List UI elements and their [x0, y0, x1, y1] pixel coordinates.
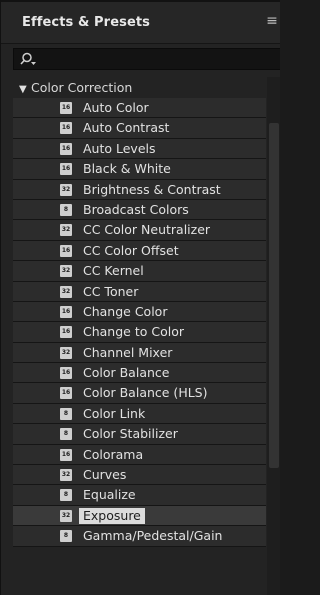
- effect-label: Gamma/Pedestal/Gain: [83, 528, 223, 544]
- bit-depth-icon: 8: [60, 530, 72, 543]
- search-dropdown-icon[interactable]: [20, 52, 40, 67]
- effect-item[interactable]: 16 Colorama: [13, 444, 266, 466]
- search-input[interactable]: [42, 49, 278, 69]
- hamburger-menu-icon[interactable]: ≡: [265, 13, 279, 29]
- effect-label: Change Color: [83, 303, 168, 319]
- effect-item[interactable]: 32 Brightness & Contrast: [13, 179, 266, 200]
- bit-depth-icon: 8: [60, 407, 72, 420]
- bit-depth-icon: 32: [60, 509, 72, 522]
- effect-item[interactable]: 16 Auto Levels: [13, 138, 266, 160]
- effect-label: Change to Color: [83, 324, 184, 340]
- effect-item[interactable]: 16 Color Balance: [13, 363, 266, 384]
- bit-depth-icon: 16: [60, 326, 72, 339]
- effect-item[interactable]: 16 Change Color: [13, 301, 266, 323]
- effect-label: Auto Levels: [83, 140, 156, 156]
- effect-label: Color Balance: [83, 365, 170, 381]
- effects-tree: ▼ Color Correction 16 Auto Color 16 Auto Con…: [13, 77, 266, 595]
- effect-item[interactable]: 32 Channel Mixer: [13, 342, 266, 364]
- disclosure-triangle-icon[interactable]: ▼: [19, 79, 31, 100]
- category-color-correction[interactable]: ▼ Color Correction: [13, 77, 266, 98]
- effect-item[interactable]: 16 CC Color Offset: [13, 240, 266, 262]
- bit-depth-icon: 16: [60, 122, 72, 135]
- bit-depth-icon: 16: [60, 163, 72, 176]
- bit-depth-icon: 32: [60, 265, 72, 278]
- effect-label: Exposure: [79, 507, 145, 524]
- effect-label: Brightness & Contrast: [83, 181, 221, 197]
- effect-item[interactable]: 32 Exposure: [13, 505, 266, 527]
- effect-item[interactable]: 16 Auto Contrast: [13, 118, 266, 139]
- bit-depth-icon: 16: [60, 448, 72, 461]
- scrollbar[interactable]: [267, 77, 280, 595]
- effect-item[interactable]: 8 Color Stabilizer: [13, 424, 266, 445]
- effect-label: Color Stabilizer: [83, 426, 178, 442]
- panel-header: Effects & Presets ≡: [1, 0, 280, 44]
- bit-depth-icon: 32: [60, 183, 72, 196]
- effect-label: Channel Mixer: [83, 344, 173, 360]
- effect-item[interactable]: 16 Black & White: [13, 159, 266, 180]
- effect-item[interactable]: 16 Auto Color: [13, 98, 266, 119]
- effect-label: Broadcast Colors: [83, 201, 189, 217]
- bit-depth-icon: 8: [60, 203, 72, 216]
- bit-depth-icon: 32: [60, 346, 72, 359]
- effect-label: CC Color Offset: [83, 242, 179, 258]
- effect-label: Equalize: [83, 487, 136, 503]
- effect-label: Auto Contrast: [83, 120, 170, 136]
- effect-item[interactable]: 32 Curves: [13, 465, 266, 486]
- effect-label: CC Kernel: [83, 263, 144, 279]
- bit-depth-icon: 32: [60, 224, 72, 237]
- effect-item[interactable]: 8 Gamma/Pedestal/Gain: [13, 526, 266, 547]
- search-bar[interactable]: [13, 48, 280, 70]
- bit-depth-icon: 8: [60, 428, 72, 441]
- effect-item[interactable]: 32 CC Color Neutralizer: [13, 220, 266, 241]
- bit-depth-icon: 16: [60, 367, 72, 380]
- bit-depth-icon: 16: [60, 244, 72, 257]
- bit-depth-icon: 16: [60, 142, 72, 155]
- effect-item[interactable]: 16 Change to Color: [13, 322, 266, 343]
- effect-label: Color Link: [83, 405, 146, 421]
- bit-depth-icon: 16: [60, 387, 72, 400]
- bit-depth-icon: 8: [60, 489, 72, 502]
- effect-label: CC Toner: [83, 283, 139, 299]
- effect-item[interactable]: 8 Color Link: [13, 403, 266, 425]
- effect-label: Color Balance (HLS): [83, 385, 208, 401]
- effect-item[interactable]: 32 CC Toner: [13, 281, 266, 302]
- bit-depth-icon: 32: [60, 469, 72, 482]
- scrollbar-thumb[interactable]: [269, 123, 279, 468]
- effect-label: Colorama: [83, 446, 144, 462]
- effect-item[interactable]: 32 CC Kernel: [13, 261, 266, 282]
- effect-label: CC Color Neutralizer: [83, 222, 211, 238]
- effect-label: Curves: [83, 467, 127, 483]
- effect-label: Auto Color: [83, 100, 149, 115]
- panel-title: Effects & Presets: [22, 15, 151, 30]
- effect-item[interactable]: 8 Broadcast Colors: [13, 199, 266, 221]
- bit-depth-icon: 16: [60, 305, 72, 318]
- effects-presets-panel: Effects & Presets ≡ ▼ Color Correction 16…: [0, 0, 280, 595]
- effect-label: Black & White: [83, 161, 171, 177]
- effect-list: 16 Auto Color 16 Auto Contrast 16 Auto Levels…: [13, 98, 266, 547]
- effect-item[interactable]: 8 Equalize: [13, 485, 266, 506]
- bit-depth-icon: 32: [60, 285, 72, 298]
- bit-depth-icon: 16: [60, 102, 72, 114]
- category-label: Color Correction: [31, 80, 133, 95]
- effect-item[interactable]: 16 Color Balance (HLS): [13, 383, 266, 404]
